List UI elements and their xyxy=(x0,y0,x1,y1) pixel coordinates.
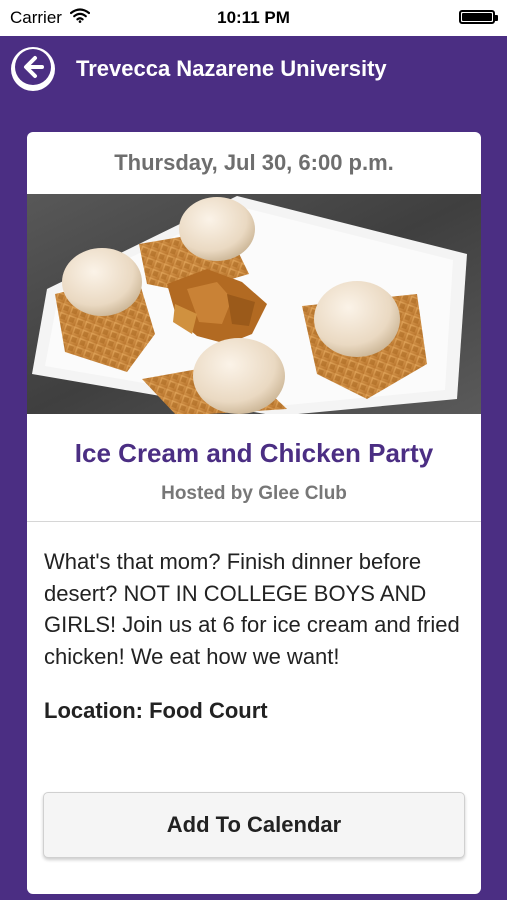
back-button[interactable] xyxy=(11,47,55,91)
status-bar: Carrier 10:11 PM xyxy=(0,0,507,36)
divider xyxy=(27,521,481,522)
event-description: What's that mom? Finish dinner before de… xyxy=(44,549,460,669)
event-image xyxy=(27,194,481,414)
event-date: Thursday, Jul 30, 6:00 p.m. xyxy=(114,150,394,175)
battery-icon xyxy=(459,10,498,24)
navigation-bar: Trevecca Nazarene University xyxy=(0,36,507,102)
add-to-calendar-button[interactable]: Add To Calendar xyxy=(43,792,465,858)
page-title: Trevecca Nazarene University xyxy=(76,56,387,81)
event-card: Thursday, Jul 30, 6:00 p.m. Ice Cream an… xyxy=(27,132,481,894)
event-title: Ice Cream and Chicken Party xyxy=(74,438,434,468)
event-location: Location: Food Court xyxy=(44,698,268,723)
status-time: 10:11 PM xyxy=(217,8,290,27)
event-host: Hosted by Glee Club xyxy=(161,483,347,504)
arrow-left-circle-icon xyxy=(11,45,55,94)
